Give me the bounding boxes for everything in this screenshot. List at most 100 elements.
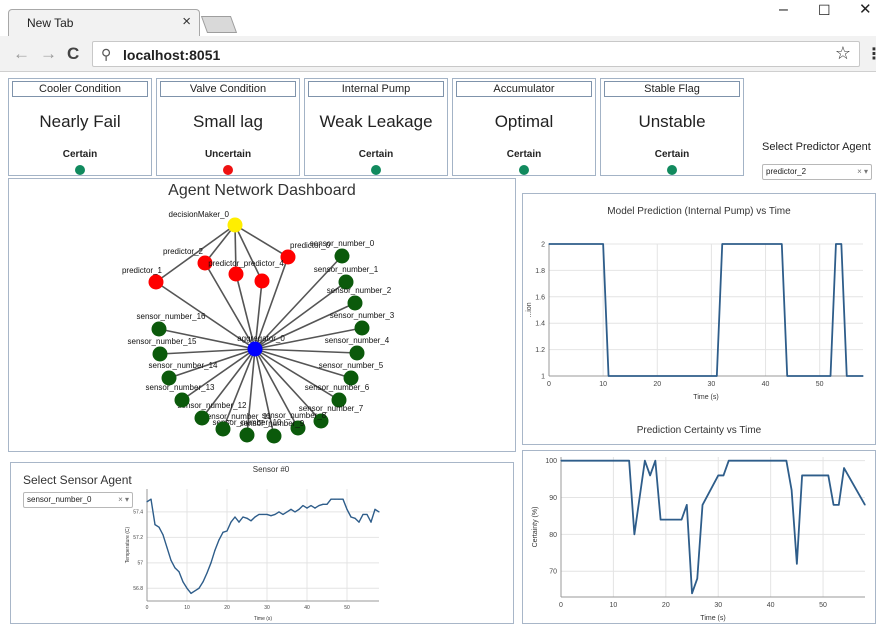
data-point (827, 474, 829, 477)
data-point (218, 539, 220, 541)
x-axis-label: Time (s) (700, 615, 725, 622)
card-certainty: Certain (654, 149, 690, 160)
card-accumulator: Accumulator Optimal Certain (452, 78, 596, 176)
sensor-node (266, 428, 282, 444)
card-certainty: Certain (506, 149, 542, 160)
maximize-icon[interactable]: ☐ (818, 2, 831, 18)
x-tick-label: 50 (344, 605, 350, 611)
certainty-chart[interactable]: 0 10 20 30 40 50 70 80 90 100 Time (s) Certainty (%… (523, 451, 875, 623)
data-point (370, 521, 372, 523)
node-label: decisionMaker_0 (169, 210, 230, 219)
sensor-node (347, 295, 363, 311)
back-arrow-icon[interactable]: ← (13, 45, 30, 62)
data-point (334, 498, 336, 500)
data-point (716, 375, 718, 377)
browser-tabstrip: New Tab × – ☐ ✕ (0, 0, 876, 37)
node-label: sensor_number_11 (203, 412, 272, 421)
data-point (194, 590, 196, 592)
data-point (633, 533, 635, 535)
series-line (549, 243, 863, 377)
status-dot (75, 165, 85, 175)
sensor-node (151, 321, 167, 337)
forward-arrow-icon[interactable]: → (40, 45, 57, 62)
predictor-dropdown[interactable]: predictor_2 × ▾ (762, 164, 872, 180)
data-point (226, 530, 228, 532)
network-edge (254, 348, 340, 401)
y-tick-label: 1 (541, 374, 545, 381)
card-header: Internal Pump (308, 81, 444, 97)
reload-icon[interactable]: C (67, 45, 79, 62)
data-point (214, 549, 216, 551)
node-label: sensor_number_4 (325, 336, 390, 345)
data-point (607, 375, 610, 377)
data-point (362, 513, 364, 516)
data-point (158, 526, 160, 528)
data-point (262, 513, 264, 516)
sensor-node (349, 345, 365, 361)
card-certainty: Certain (62, 149, 98, 160)
data-point (306, 507, 308, 509)
data-point (162, 534, 164, 536)
card-value: Optimal (494, 112, 554, 131)
minimize-icon[interactable]: – (779, 2, 788, 18)
decision-node (227, 217, 243, 233)
clear-icon[interactable]: × (857, 167, 862, 176)
sensor-chart[interactable]: 0 10 20 30 40 50 56.8 57 57.2 57.4 Time (s) Tempera… (11, 463, 513, 623)
x-tick-label: 0 (146, 605, 149, 611)
data-point (254, 516, 256, 518)
data-point (250, 520, 252, 522)
y-tick-label: 57.4 (133, 509, 143, 515)
browser-menu-icon[interactable]: ⋮ (866, 44, 876, 64)
sensor-node (194, 410, 210, 426)
chevron-down-icon[interactable]: ▾ (864, 167, 868, 176)
data-point (222, 531, 224, 533)
data-point (366, 513, 368, 516)
close-window-icon[interactable]: ✕ (859, 2, 872, 18)
x-tick-label: 50 (816, 381, 824, 388)
node-label: predictor_predictor_4 (208, 259, 284, 268)
data-point (174, 567, 176, 569)
certainty-panel: 0 10 20 30 40 50 70 80 90 100 Time (s) Certainty (%… (522, 450, 876, 624)
browser-toolbar: ← → C ⚲ localhost:8051 ☆ ⋮ (0, 36, 876, 72)
x-tick-label: 30 (714, 602, 722, 609)
card-value: Small lag (193, 112, 263, 131)
data-point (602, 243, 604, 245)
card-header: Accumulator (456, 81, 592, 97)
data-point (835, 243, 837, 245)
data-point (639, 496, 641, 499)
x-tick-label: 10 (184, 605, 190, 611)
y-axis-label: Temperature (C) (125, 526, 131, 563)
data-point (298, 508, 300, 510)
address-bar[interactable]: ⚲ localhost:8051 ☆ (92, 41, 860, 67)
data-point (722, 474, 725, 477)
network-graph[interactable]: decisionMaker_0predictor_2predictor_0pre… (9, 179, 515, 451)
data-point (350, 516, 352, 518)
data-point (166, 546, 168, 549)
data-point (326, 503, 328, 505)
card-certainty: Uncertain (204, 149, 252, 160)
data-point (290, 508, 292, 510)
data-point (358, 521, 360, 523)
node-label: sensor_number_0 (310, 239, 375, 248)
status-dot (519, 165, 529, 175)
data-point (318, 504, 320, 507)
browser-tab[interactable]: New Tab × (8, 9, 200, 37)
data-point (170, 559, 172, 561)
node-label: sensor_number_15 (128, 337, 197, 346)
tab-title: New Tab (27, 16, 74, 30)
data-point (310, 504, 312, 507)
data-point (846, 375, 848, 377)
new-tab-button[interactable] (200, 16, 238, 33)
data-point (282, 513, 284, 516)
prediction-chart[interactable]: 0 10 20 30 40 50 1 1.2 1.4 1.6 1.8 2 Time (s) ...ion (523, 194, 875, 444)
x-tick-label: 30 (708, 381, 716, 388)
data-point (154, 524, 156, 526)
bookmark-star-icon[interactable]: ☆ (835, 43, 851, 64)
data-point (843, 467, 845, 469)
data-point (330, 498, 332, 500)
card-value: Weak Leakage (319, 112, 433, 131)
search-icon: ⚲ (101, 46, 112, 62)
data-point (686, 504, 688, 506)
tab-close-icon[interactable]: × (182, 13, 191, 30)
node-label: predictor_2 (163, 247, 204, 256)
